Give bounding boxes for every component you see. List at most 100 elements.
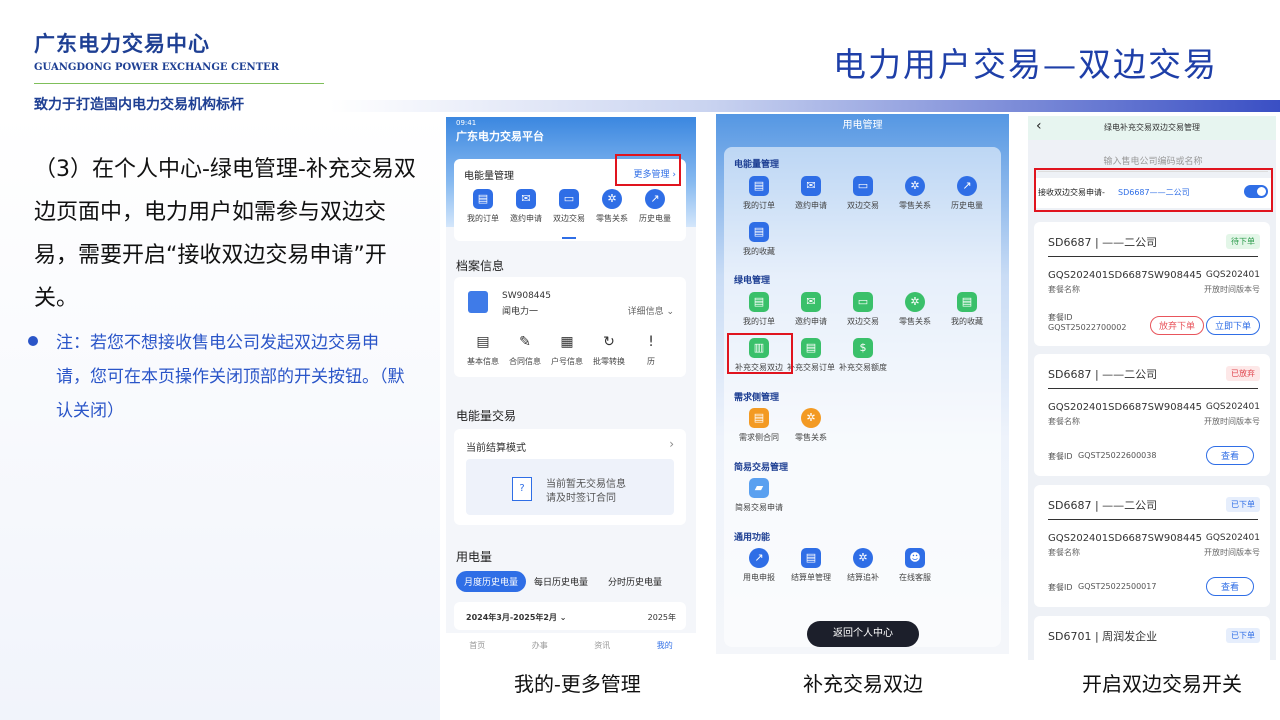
- doc-icon: ▤: [749, 408, 769, 428]
- card-code-right: GQS202401: [1205, 270, 1260, 280]
- trend-icon: ↗: [957, 176, 977, 196]
- icon-green-retail[interactable]: ✲ 零售关系: [894, 292, 936, 327]
- icon-history[interactable]: ↗ 历史电量: [634, 189, 676, 224]
- view-button[interactable]: 查看: [1206, 577, 1255, 596]
- network-icon: ✲: [853, 548, 873, 568]
- empty-box: ? 当前暂无交易信息 请及时签订合同: [466, 459, 674, 515]
- tab-daily[interactable]: 每日历史电量: [534, 575, 588, 588]
- card-code-right: GQS202401: [1205, 533, 1260, 543]
- folder-icon: ▰: [749, 478, 769, 498]
- icon-bilateral[interactable]: ▭ 双边交易: [842, 176, 884, 211]
- nav-office[interactable]: 办事: [532, 640, 548, 651]
- usage-card: 2024年3月-2025年2月 ⌄ 2025年: [454, 602, 686, 630]
- sec-green: 绿电管理: [734, 276, 771, 286]
- status-badge: 待下单: [1226, 234, 1260, 249]
- icon-online-service[interactable]: ☻ 在线客服: [894, 548, 936, 583]
- icon-green-orders[interactable]: ▤ 我的订单: [738, 292, 780, 327]
- doc-icon: ▤: [749, 292, 769, 312]
- slide: 广东电力交易中心 GUANGDONG POWER EXCHANGE CENTER…: [0, 0, 1280, 720]
- network-icon: ✲: [905, 176, 925, 196]
- archive-title: 档案信息: [456, 259, 505, 273]
- highlight-box-more-mgmt: [615, 154, 681, 186]
- sec-simple: 简易交易管理: [734, 463, 789, 473]
- doc-icon: ▤: [749, 176, 769, 196]
- refresh-icon: ↻: [603, 334, 615, 350]
- more-icon: !: [648, 334, 654, 350]
- header-band: [330, 100, 1280, 112]
- screen-icon: ▭: [559, 189, 579, 209]
- icon-usage-declare[interactable]: ↗ 用电申报: [738, 548, 780, 583]
- green-row: ▤ 我的订单 ✉ 邀约申请 ▭ 双边交易 ✲ 零售关系 ▤ 我的收藏: [738, 292, 988, 327]
- detail-link[interactable]: 详细信息 ⌄: [628, 304, 674, 317]
- date-range[interactable]: 2024年3月-2025年2月 ⌄: [466, 612, 566, 623]
- nav-news[interactable]: 资讯: [594, 640, 610, 651]
- icon-supplement-quota[interactable]: $ 补充交易额度: [839, 338, 887, 373]
- caption-my-more: 我的-更多管理: [514, 672, 641, 696]
- icon-basic-info[interactable]: ▤ 基本信息: [462, 332, 504, 367]
- main-instruction: （3）在个人中心-绿电管理-补充交易双边页面中，电力用户如需参与双边交易，需要开…: [34, 157, 416, 311]
- icon-demand-contract[interactable]: ▤ 需求侧合同: [738, 408, 780, 443]
- icon-retail[interactable]: ✲ 零售关系: [591, 189, 633, 224]
- chevron-right-icon[interactable]: ›: [669, 437, 674, 451]
- bullet-dot: [28, 336, 38, 346]
- tab-monthly[interactable]: 月度历史电量: [456, 570, 527, 592]
- icon-favorites[interactable]: ▤ 我的收藏: [738, 222, 780, 257]
- building-icon: [468, 291, 488, 313]
- view-button[interactable]: 查看: [1206, 446, 1255, 465]
- usage-title: 用电量: [456, 550, 493, 564]
- icon-my-orders[interactable]: ▤ 我的订单: [738, 176, 780, 211]
- bilateral-card: SD6687 | ——二公司 已放弃 GQS202401SD6687SW9084…: [1034, 354, 1270, 476]
- icon-green-bilateral[interactable]: ▭ 双边交易: [842, 292, 884, 327]
- doc-icon: ▤: [476, 334, 490, 350]
- tab-timeshare[interactable]: 分时历史电量: [608, 575, 662, 588]
- icon-green-invitation[interactable]: ✉ 邀约申请: [790, 292, 832, 327]
- common-row: ↗ 用电申报 ▤ 结算单管理 ✲ 结算追补 ☻ 在线客服: [738, 548, 936, 583]
- icon-bilateral[interactable]: ▭ 双边交易: [548, 189, 590, 224]
- icon-history-more[interactable]: ! 历: [630, 332, 672, 367]
- note-text: 注：若您不想接收售电公司发起双边交易申请，您可在本页操作关闭顶部的开关按钮。（默…: [56, 333, 405, 421]
- icon-contract[interactable]: ✎ 合同信息: [504, 332, 546, 367]
- place-order-button[interactable]: 立即下单: [1206, 316, 1261, 335]
- icon-green-favorites[interactable]: ▤ 我的收藏: [946, 292, 988, 327]
- icon-history[interactable]: ↗ 历史电量: [946, 176, 988, 211]
- grid-icon: ▦: [560, 334, 574, 350]
- nav-mine[interactable]: 我的: [657, 640, 673, 651]
- icon-demand-retail[interactable]: ✲ 零售关系: [790, 408, 832, 443]
- icon-retail[interactable]: ✲ 零售关系: [894, 176, 936, 211]
- card-sub-right: 开放时间版本号: [1204, 417, 1260, 426]
- mail-icon: ✉: [801, 176, 821, 196]
- icon-supplement-orders[interactable]: ▤ 补充交易订单: [787, 338, 835, 373]
- trade-title: 电能量交易: [456, 409, 517, 423]
- phone3-header: ‹ 绿电补充交易双边交易管理: [1028, 116, 1276, 140]
- card-id: GQST25022500017: [1078, 582, 1157, 591]
- card-id: GQST25022700002: [1048, 323, 1127, 332]
- icon-invitation[interactable]: ✉ 邀约申请: [790, 176, 832, 211]
- card-sub-left: 套餐名称: [1048, 548, 1080, 557]
- status-badge: 已下单: [1226, 628, 1260, 643]
- demand-row: ▤ 需求侧合同 ✲ 零售关系: [738, 408, 832, 443]
- page-indicator: [562, 237, 576, 239]
- brand-divider: [34, 83, 324, 84]
- icon-invitation[interactable]: ✉ 邀约申请: [505, 189, 547, 224]
- nav-home[interactable]: 首页: [469, 640, 485, 651]
- icon-convert[interactable]: ↻ 批零转换: [588, 332, 630, 367]
- card-company: SD6687 | ——二公司: [1048, 236, 1158, 249]
- icon-settlement[interactable]: ▤ 结算单管理: [790, 548, 832, 583]
- icon-settle-adjust[interactable]: ✲ 结算追补: [842, 548, 884, 583]
- phone3-title: 绿电补充交易双边交易管理: [1104, 123, 1200, 132]
- card-code-right: GQS202401: [1205, 402, 1260, 412]
- highlight-box-toggle: [1034, 168, 1273, 212]
- bilateral-card: SD6701 | 周润发企业 已下单: [1034, 616, 1270, 660]
- icon-simple-apply[interactable]: ▰ 简易交易申请: [735, 478, 783, 513]
- edit-icon: ✎: [519, 334, 531, 350]
- abandon-order-button[interactable]: 放弃下单: [1150, 316, 1205, 335]
- doc-icon: ▤: [957, 292, 977, 312]
- card-company: SD6687 | ——二公司: [1048, 368, 1158, 381]
- back-to-profile-button[interactable]: 返回个人中心: [807, 621, 919, 647]
- settle-mode: 当前结算模式: [466, 443, 526, 454]
- divider: [1048, 519, 1258, 520]
- bilateral-card: SD6687 | ——二公司 已下单 GQS202401SD6687SW9084…: [1034, 485, 1270, 607]
- icon-my-orders[interactable]: ▤ 我的订单: [462, 189, 504, 224]
- page-title: 电力用户交易—双边交易: [833, 45, 1218, 84]
- icon-account-info[interactable]: ▦ 户号信息: [546, 332, 588, 367]
